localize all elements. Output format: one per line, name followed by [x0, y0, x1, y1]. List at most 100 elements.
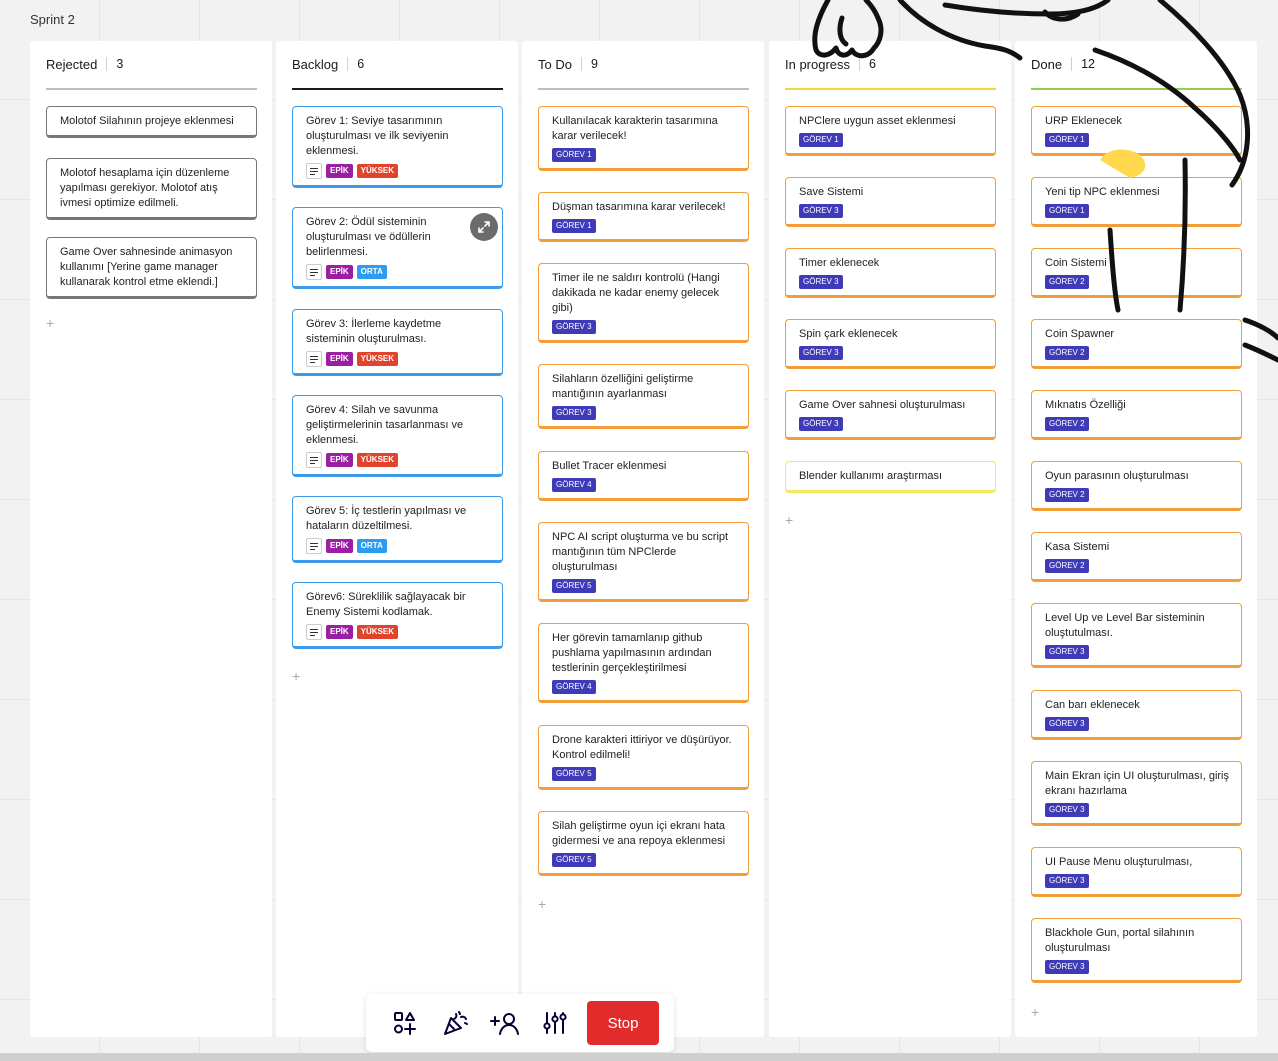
card[interactable]: Timer eklenecek GÖREV 3	[785, 248, 996, 298]
add-card-button[interactable]: +	[292, 669, 300, 683]
card[interactable]: Game Over sahnesinde animasyon kullanımı…	[46, 237, 257, 299]
column-header: In progress 6	[785, 57, 996, 89]
tag-priority: YÜKSEK	[356, 164, 399, 178]
column-divider	[1031, 88, 1242, 90]
column-title: Rejected	[46, 57, 98, 72]
frame-title: Sprint 2	[30, 12, 75, 27]
description-icon	[306, 538, 322, 554]
card-text: Yeni tip NPC eklenmesi	[1045, 186, 1160, 198]
card[interactable]: Mıknatıs Özelliği GÖREV 2	[1031, 390, 1242, 440]
card[interactable]: Görev 4: Silah ve savunma geliştirmeleri…	[292, 395, 503, 477]
card[interactable]: Can barı eklenecek GÖREV 3	[1031, 690, 1242, 740]
column-count: 6	[859, 57, 876, 71]
card[interactable]: Silah geliştirme oyun içi ekranı hata gi…	[538, 811, 749, 876]
card-text: UI Pause Menu oluşturulması,	[1045, 856, 1193, 868]
tag-gorev: GÖREV 3	[799, 417, 843, 431]
tag-gorev: GÖREV 3	[799, 346, 843, 360]
column-count: 3	[106, 57, 123, 71]
card-text: Silahların özelliğini geliştirme mantığı…	[552, 373, 694, 400]
card[interactable]: Kullanılacak karakterin tasarımına karar…	[538, 106, 749, 171]
column-title: In progress	[785, 57, 851, 72]
card-text: Görev 5: İç testlerin yapılması ve hatal…	[306, 505, 467, 532]
card[interactable]: Blender kullanımı araştırması	[785, 461, 996, 493]
tag-gorev: GÖREV 3	[1045, 874, 1089, 888]
card-text: Her görevin tamamlanıp github pushlama y…	[552, 632, 712, 674]
card[interactable]: Bullet Tracer eklenmesi GÖREV 4	[538, 451, 749, 501]
add-user-icon[interactable]	[480, 1003, 530, 1043]
column-count: 9	[580, 57, 598, 71]
tag-gorev: GÖREV 3	[1045, 645, 1089, 659]
card[interactable]: Görev 3: İlerleme kaydetme sisteminin ol…	[292, 309, 503, 376]
card-text: Görev 1: Seviye tasarımının oluşturulmas…	[306, 115, 449, 157]
add-card-button[interactable]: +	[538, 897, 546, 911]
description-icon	[306, 452, 322, 468]
card[interactable]: Drone karakteri ittiriyor ve düşürüyor. …	[538, 725, 749, 790]
card-text: Molotof hesaplama için düzenleme yapılma…	[60, 167, 230, 209]
card[interactable]: Her görevin tamamlanıp github pushlama y…	[538, 623, 749, 703]
card[interactable]: NPC AI script oluşturma ve bu script man…	[538, 522, 749, 602]
add-card-button[interactable]: +	[46, 316, 54, 330]
tag-gorev: GÖREV 1	[1045, 204, 1089, 218]
tag-priority: ORTA	[356, 539, 387, 553]
tag-gorev: GÖREV 2	[1045, 346, 1089, 360]
card-text: Coin Sistemi	[1045, 257, 1107, 269]
column-divider	[292, 88, 503, 90]
column-done: Done 12 URP Eklenecek GÖREV 1 Yeni tip NP…	[1015, 41, 1257, 1037]
card[interactable]: Blackhole Gun, portal silahının oluşturu…	[1031, 918, 1242, 983]
card[interactable]: Coin Sistemi GÖREV 2	[1031, 248, 1242, 298]
card-text: Game Over sahnesi oluşturulması	[799, 399, 966, 411]
tag-epik: EPİK	[326, 164, 353, 178]
card[interactable]: Save Sistemi GÖREV 3	[785, 177, 996, 227]
card[interactable]: Coin Spawner GÖREV 2	[1031, 319, 1242, 369]
card[interactable]: Kasa Sistemi GÖREV 2	[1031, 532, 1242, 582]
tag-gorev: GÖREV 5	[552, 853, 596, 867]
bottom-toolbar: Stop	[366, 994, 674, 1052]
card[interactable]: URP Eklenecek GÖREV 1	[1031, 106, 1242, 156]
column-header: To Do 9	[538, 57, 749, 89]
card[interactable]: Görev 2: Ödül sisteminin oluşturulması v…	[292, 207, 503, 289]
card[interactable]: Oyun parasının oluşturulması GÖREV 2	[1031, 461, 1242, 511]
add-card-button[interactable]: +	[1031, 1005, 1039, 1019]
card[interactable]: Silahların özelliğini geliştirme mantığı…	[538, 364, 749, 429]
card-text: Can barı eklenecek	[1045, 699, 1140, 711]
card[interactable]: Görev 1: Seviye tasarımının oluşturulmas…	[292, 106, 503, 188]
card[interactable]: Main Ekran için UI oluşturulması, giriş …	[1031, 761, 1242, 826]
celebrate-icon[interactable]	[430, 1003, 480, 1043]
card-text: Blender kullanımı araştırması	[799, 470, 943, 482]
tag-gorev: GÖREV 2	[1045, 559, 1089, 573]
card[interactable]: Molotof hesaplama için düzenleme yapılma…	[46, 158, 257, 220]
expand-icon[interactable]	[470, 213, 498, 241]
stop-button[interactable]: Stop	[587, 1001, 659, 1045]
card[interactable]: Düşman tasarımına karar verilecek! GÖREV …	[538, 192, 749, 242]
card-text: Drone karakteri ittiriyor ve düşürüyor. …	[552, 734, 732, 761]
tag-gorev: GÖREV 3	[552, 320, 596, 334]
tag-epik: EPİK	[326, 453, 353, 467]
tag-gorev: GÖREV 1	[552, 219, 596, 233]
card-text: Oyun parasının oluşturulması	[1045, 470, 1189, 482]
card-text: Kasa Sistemi	[1045, 541, 1110, 553]
card[interactable]: NPClere uygun asset eklenmesi GÖREV 1	[785, 106, 996, 156]
card[interactable]: Spin çark eklenecek GÖREV 3	[785, 319, 996, 369]
tag-gorev: GÖREV 2	[1045, 275, 1089, 289]
card[interactable]: Timer ile ne saldırı kontrolü (Hangi dak…	[538, 263, 749, 343]
column-header: Rejected 3	[46, 57, 257, 89]
tag-gorev: GÖREV 3	[799, 204, 843, 218]
horizontal-scrollbar[interactable]	[0, 1053, 1278, 1061]
settings-sliders-icon[interactable]	[530, 1003, 580, 1043]
tag-gorev: GÖREV 1	[552, 148, 596, 162]
tag-priority: YÜKSEK	[356, 453, 399, 467]
card-text: Molotof Silahının projeye eklenmesi	[60, 115, 234, 127]
tag-gorev: GÖREV 4	[552, 680, 596, 694]
tag-gorev: GÖREV 5	[552, 579, 596, 593]
card[interactable]: Game Over sahnesi oluşturulması GÖREV 3	[785, 390, 996, 440]
card[interactable]: Yeni tip NPC eklenmesi GÖREV 1	[1031, 177, 1242, 227]
description-icon	[306, 351, 322, 367]
shapes-icon[interactable]	[380, 1003, 430, 1043]
column-count: 6	[347, 57, 364, 71]
card[interactable]: Görev6: Süreklilik sağlayacak bir Enemy …	[292, 582, 503, 649]
add-card-button[interactable]: +	[785, 513, 793, 527]
card[interactable]: Level Up ve Level Bar sisteminin oluştut…	[1031, 603, 1242, 668]
card[interactable]: Molotof Silahının projeye eklenmesi	[46, 106, 257, 138]
card[interactable]: UI Pause Menu oluşturulması, GÖREV 3	[1031, 847, 1242, 897]
card[interactable]: Görev 5: İç testlerin yapılması ve hatal…	[292, 496, 503, 563]
